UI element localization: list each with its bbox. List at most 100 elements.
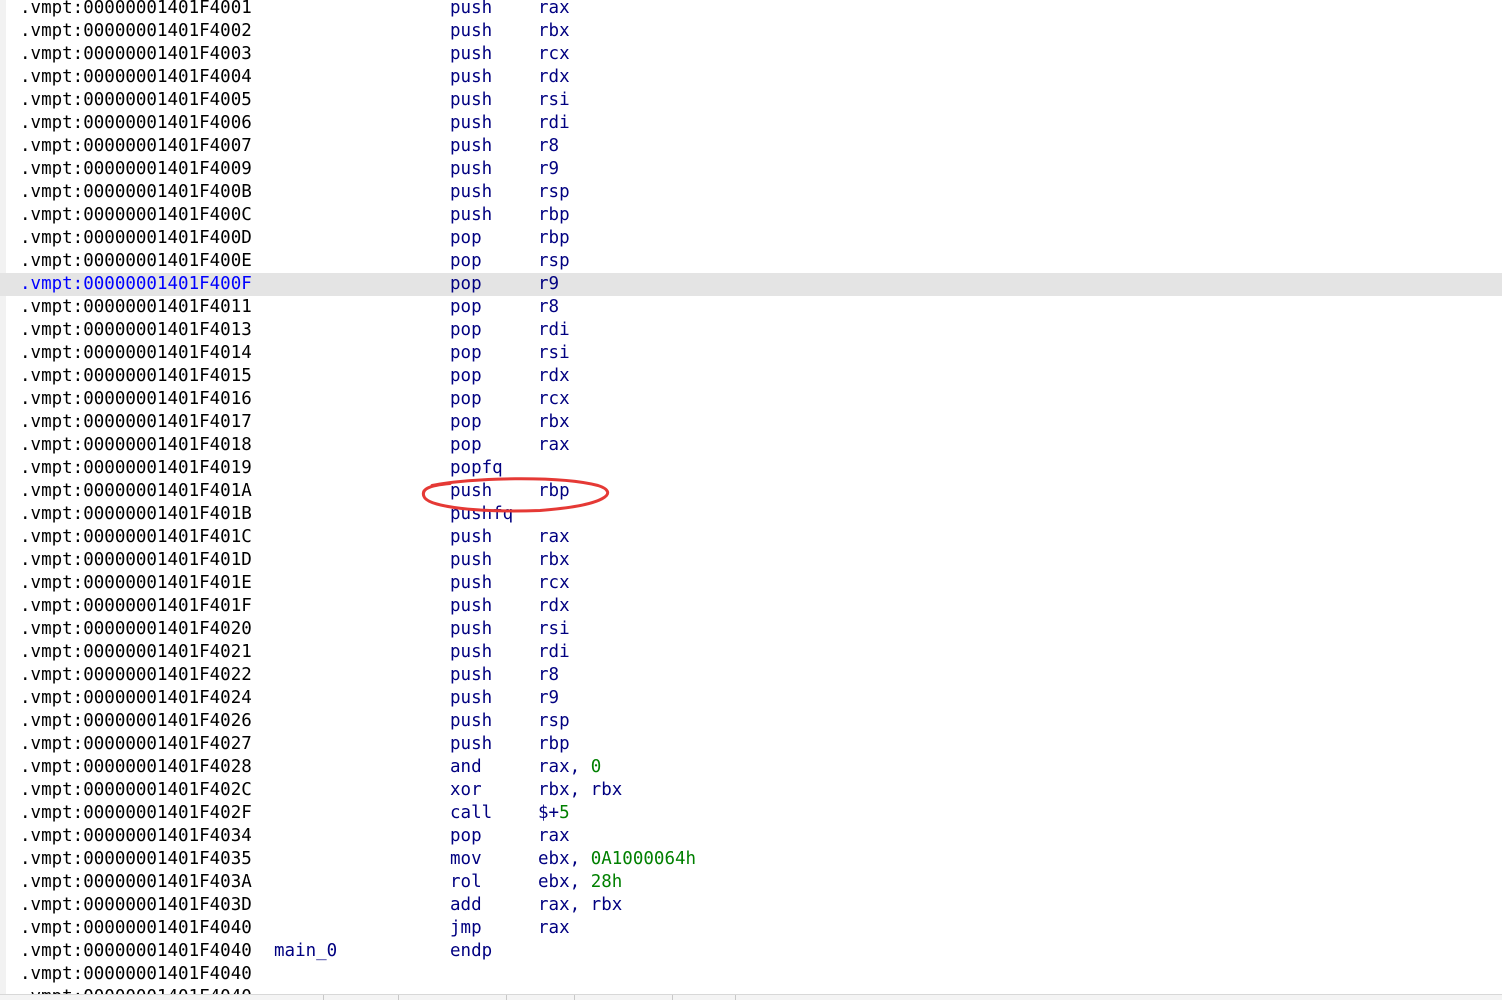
- address-cell[interactable]: .vmpt:00000001401F4020: [20, 618, 252, 641]
- address-cell[interactable]: .vmpt:00000001401F4004: [20, 66, 252, 89]
- address-cell[interactable]: .vmpt:00000001401F4018: [20, 434, 252, 457]
- listing-row[interactable]: .vmpt:00000001401F400E pop rsp: [0, 250, 1502, 273]
- address-cell[interactable]: .vmpt:00000001401F402C: [20, 779, 252, 802]
- operands[interactable]: ebx, 0A1000064h: [538, 848, 696, 871]
- listing-row[interactable]: .vmpt:00000001401F4004 push rdx: [0, 66, 1502, 89]
- listing-row[interactable]: .vmpt:00000001401F4040: [0, 963, 1502, 986]
- operands[interactable]: rax: [538, 526, 570, 549]
- address-cell[interactable]: .vmpt:00000001401F4011: [20, 296, 252, 319]
- address-cell[interactable]: .vmpt:00000001401F4013: [20, 319, 252, 342]
- address-cell[interactable]: .vmpt:00000001401F4040: [20, 917, 252, 940]
- operands[interactable]: rbp: [538, 227, 570, 250]
- address-cell[interactable]: .vmpt:00000001401F400F: [20, 273, 252, 296]
- mnemonic[interactable]: pop: [450, 825, 482, 848]
- disassembly-listing[interactable]: .vmpt:00000001401F4001 push rax .vmpt:00000…: [0, 0, 1502, 1000]
- operands[interactable]: rbp: [538, 480, 570, 503]
- listing-row[interactable]: .vmpt:00000001401F401C push rax: [0, 526, 1502, 549]
- address-cell[interactable]: .vmpt:00000001401F4014: [20, 342, 252, 365]
- operands[interactable]: rdi: [538, 319, 570, 342]
- operands[interactable]: r8: [538, 664, 559, 687]
- mnemonic[interactable]: push: [450, 526, 492, 549]
- mnemonic[interactable]: push: [450, 687, 492, 710]
- mnemonic[interactable]: push: [450, 572, 492, 595]
- listing-row[interactable]: .vmpt:00000001401F400F pop r9: [0, 273, 1502, 296]
- operands[interactable]: rdx: [538, 66, 570, 89]
- operands[interactable]: r8: [538, 296, 559, 319]
- mnemonic[interactable]: push: [450, 158, 492, 181]
- address-cell[interactable]: .vmpt:00000001401F400C: [20, 204, 252, 227]
- address-cell[interactable]: .vmpt:00000001401F400E: [20, 250, 252, 273]
- listing-row[interactable]: .vmpt:00000001401F401D push rbx: [0, 549, 1502, 572]
- operands[interactable]: rsp: [538, 710, 570, 733]
- operands[interactable]: ebx, 28h: [538, 871, 622, 894]
- address-cell[interactable]: .vmpt:00000001401F401F: [20, 595, 252, 618]
- address-cell[interactable]: .vmpt:00000001401F4027: [20, 733, 252, 756]
- mnemonic[interactable]: push: [450, 112, 492, 135]
- listing-row[interactable]: .vmpt:00000001401F4009 push r9: [0, 158, 1502, 181]
- address-cell[interactable]: .vmpt:00000001401F401D: [20, 549, 252, 572]
- mnemonic[interactable]: pop: [450, 434, 482, 457]
- operands[interactable]: rdx: [538, 595, 570, 618]
- operands[interactable]: rsp: [538, 250, 570, 273]
- listing-row[interactable]: .vmpt:00000001401F4021 push rdi: [0, 641, 1502, 664]
- mnemonic[interactable]: push: [450, 595, 492, 618]
- mnemonic[interactable]: endp: [450, 940, 492, 963]
- listing-row[interactable]: .vmpt:00000001401F4016 pop rcx: [0, 388, 1502, 411]
- address-cell[interactable]: .vmpt:00000001401F4015: [20, 365, 252, 388]
- address-cell[interactable]: .vmpt:00000001401F4024: [20, 687, 252, 710]
- listing-row[interactable]: .vmpt:00000001401F4017 pop rbx: [0, 411, 1502, 434]
- operands[interactable]: rdx: [538, 365, 570, 388]
- operands[interactable]: rcx: [538, 43, 570, 66]
- listing-row[interactable]: .vmpt:00000001401F401F push rdx: [0, 595, 1502, 618]
- mnemonic[interactable]: add: [450, 894, 482, 917]
- listing-row[interactable]: .vmpt:00000001401F402C xor rbx, rbx: [0, 779, 1502, 802]
- mnemonic[interactable]: pop: [450, 273, 482, 296]
- mnemonic[interactable]: push: [450, 204, 492, 227]
- listing-row[interactable]: .vmpt:00000001401F4005 push rsi: [0, 89, 1502, 112]
- listing-row[interactable]: .vmpt:00000001401F403A rol ebx, 28h: [0, 871, 1502, 894]
- mnemonic[interactable]: pop: [450, 388, 482, 411]
- listing-row[interactable]: .vmpt:00000001401F401B pushfq: [0, 503, 1502, 526]
- operands[interactable]: rbx: [538, 549, 570, 572]
- listing-row[interactable]: .vmpt:00000001401F401A push rbp: [0, 480, 1502, 503]
- mnemonic[interactable]: push: [450, 641, 492, 664]
- operands[interactable]: rbp: [538, 733, 570, 756]
- operands[interactable]: rbx: [538, 411, 570, 434]
- listing-row[interactable]: .vmpt:00000001401F4019 popfq: [0, 457, 1502, 480]
- address-cell[interactable]: .vmpt:00000001401F4019: [20, 457, 252, 480]
- mnemonic[interactable]: pop: [450, 227, 482, 250]
- address-cell[interactable]: .vmpt:00000001401F4003: [20, 43, 252, 66]
- mnemonic[interactable]: push: [450, 710, 492, 733]
- operands[interactable]: rax, 0: [538, 756, 601, 779]
- mnemonic[interactable]: push: [450, 181, 492, 204]
- listing-row[interactable]: .vmpt:00000001401F4018 pop rax: [0, 434, 1502, 457]
- mnemonic[interactable]: push: [450, 664, 492, 687]
- operands[interactable]: rax, rbx: [538, 894, 622, 917]
- address-cell[interactable]: .vmpt:00000001401F4040: [20, 940, 252, 963]
- listing-row[interactable]: .vmpt:00000001401F400C push rbp: [0, 204, 1502, 227]
- listing-row[interactable]: .vmpt:00000001401F4013 pop rdi: [0, 319, 1502, 342]
- mnemonic[interactable]: pop: [450, 411, 482, 434]
- mnemonic[interactable]: push: [450, 0, 492, 20]
- listing-row[interactable]: .vmpt:00000001401F401E push rcx: [0, 572, 1502, 595]
- address-cell[interactable]: .vmpt:00000001401F401C: [20, 526, 252, 549]
- listing-row[interactable]: .vmpt:00000001401F4027 push rbp: [0, 733, 1502, 756]
- operands[interactable]: rcx: [538, 388, 570, 411]
- mnemonic[interactable]: mov: [450, 848, 482, 871]
- listing-row[interactable]: .vmpt:00000001401F4024 push r9: [0, 687, 1502, 710]
- address-cell[interactable]: .vmpt:00000001401F400B: [20, 181, 252, 204]
- listing-row[interactable]: .vmpt:00000001401F4034 pop rax: [0, 825, 1502, 848]
- address-cell[interactable]: .vmpt:00000001401F402F: [20, 802, 252, 825]
- listing-row[interactable]: .vmpt:00000001401F4022 push r8: [0, 664, 1502, 687]
- address-cell[interactable]: .vmpt:00000001401F4021: [20, 641, 252, 664]
- listing-row[interactable]: .vmpt:00000001401F403D add rax, rbx: [0, 894, 1502, 917]
- address-cell[interactable]: .vmpt:00000001401F4017: [20, 411, 252, 434]
- address-cell[interactable]: .vmpt:00000001401F4040: [20, 963, 252, 986]
- mnemonic[interactable]: pop: [450, 342, 482, 365]
- operands[interactable]: rbp: [538, 204, 570, 227]
- listing-row[interactable]: .vmpt:00000001401F4007 push r8: [0, 135, 1502, 158]
- mnemonic[interactable]: push: [450, 549, 492, 572]
- address-cell[interactable]: .vmpt:00000001401F4002: [20, 20, 252, 43]
- mnemonic[interactable]: popfq: [450, 457, 503, 480]
- mnemonic[interactable]: pop: [450, 365, 482, 388]
